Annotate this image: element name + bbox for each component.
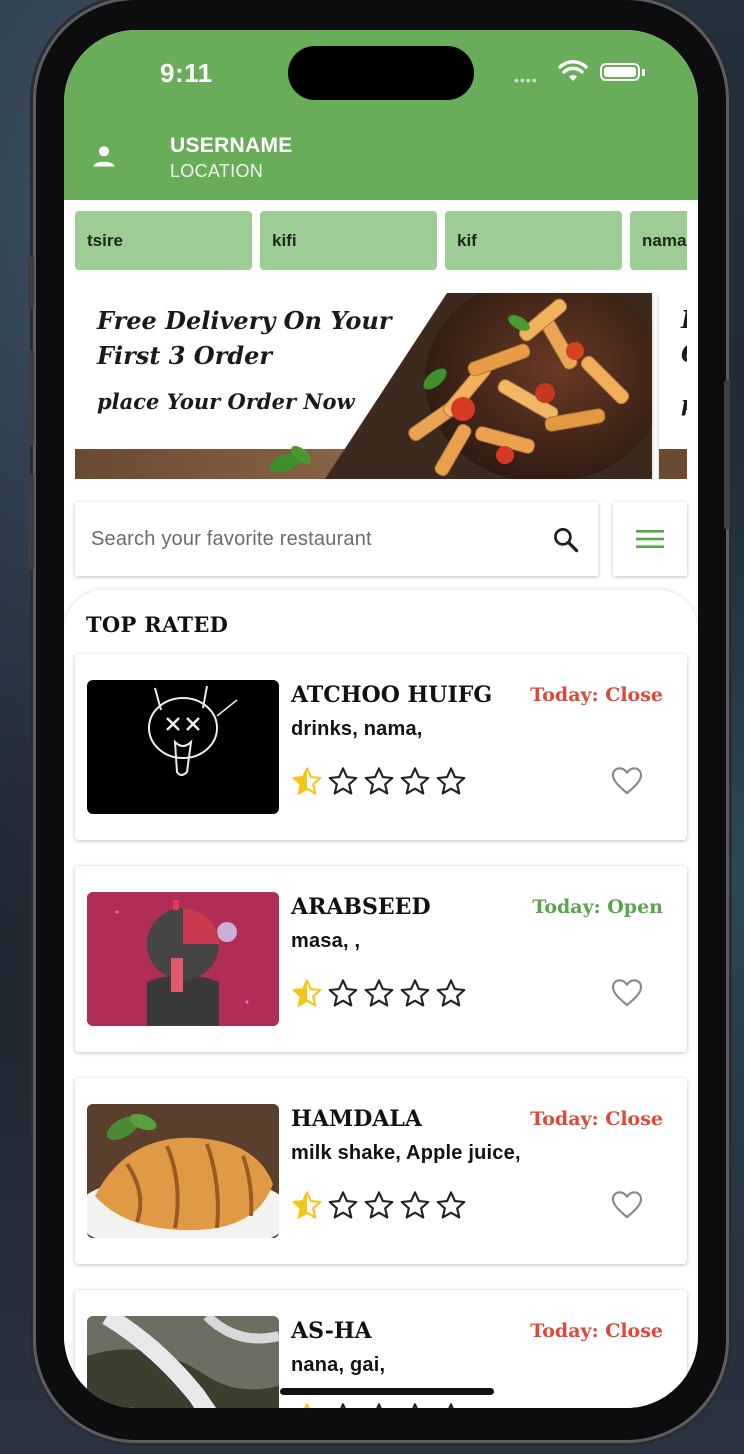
restaurant-card[interactable]: ARABSEED Today: Open masa, , <box>75 866 687 1052</box>
star-empty-icon[interactable] <box>363 978 395 1010</box>
restaurant-name: ATCHOO HUIFG <box>291 682 493 708</box>
battery-tip <box>642 69 645 76</box>
app-bar: 9:11 •••• USERNAME LOCATION <box>64 30 698 200</box>
restaurant-categories: drinks, nama, <box>291 718 423 740</box>
restaurant-list-panel: TOP RATED ATCHOO HUIFG Today: Close drin… <box>64 590 698 1408</box>
restaurant-name: ARABSEED <box>291 894 431 920</box>
star-filled-icon[interactable] <box>291 1190 323 1222</box>
home-indicator[interactable] <box>280 1388 494 1395</box>
robot-illustration-image <box>87 892 279 1026</box>
promo-title: Free Delivery On Your First 3 Order <box>97 306 392 370</box>
star-empty-icon[interactable] <box>363 1190 395 1222</box>
star-filled-icon[interactable] <box>291 766 323 798</box>
star-empty-icon[interactable] <box>327 1190 359 1222</box>
cat-sketch-image <box>148 685 238 776</box>
restaurant-status: Today: Close <box>530 684 663 706</box>
restaurant-status: Today: Close <box>530 1108 663 1130</box>
user-icon[interactable] <box>90 142 118 170</box>
promo-next-peek: F <box>681 305 687 334</box>
menu-icon <box>636 530 664 548</box>
silent-switch <box>28 256 34 308</box>
search-input[interactable]: Search your favorite restaurant <box>75 502 598 576</box>
category-chips: tsire kifi kif nama <box>75 211 687 271</box>
location-label: LOCATION <box>170 161 264 181</box>
star-empty-icon[interactable] <box>435 1190 467 1222</box>
star-filled-icon[interactable] <box>291 978 323 1010</box>
promo-carousel[interactable]: Free Delivery On Your First 3 Order plac… <box>75 293 687 479</box>
category-chip[interactable]: nama <box>630 211 687 270</box>
app-screen: 9:11 •••• USERNAME LOCATION tsire kifi k… <box>64 30 698 1408</box>
status-time: 9:11 <box>160 58 213 88</box>
star-empty-icon[interactable] <box>363 1402 395 1408</box>
restaurant-card[interactable]: ATCHOO HUIFG Today: Close drinks, nama, <box>75 654 687 840</box>
star-filled-icon[interactable] <box>291 1402 323 1408</box>
waterfall-image <box>87 1316 279 1408</box>
restaurant-status: Today: Open <box>532 896 663 918</box>
promo-banner[interactable]: Free Delivery On Your First 3 Order plac… <box>75 293 652 479</box>
username-label: USERNAME <box>170 134 293 157</box>
volume-down-button <box>28 474 34 570</box>
star-empty-icon[interactable] <box>327 978 359 1010</box>
promo-next-peek: p <box>681 391 687 416</box>
heart-icon[interactable] <box>611 978 643 1008</box>
restaurant-categories: milk shake, Apple juice, <box>291 1142 521 1164</box>
star-empty-icon[interactable] <box>399 766 431 798</box>
category-chip[interactable]: tsire <box>75 211 252 270</box>
star-empty-icon[interactable] <box>435 978 467 1010</box>
category-chip[interactable]: kifi <box>260 211 437 270</box>
volume-up-button <box>28 350 34 446</box>
restaurant-categories: nana, gai, <box>291 1354 386 1376</box>
star-empty-icon[interactable] <box>399 1402 431 1408</box>
restaurant-thumbnail <box>87 1104 279 1238</box>
signal-dots-icon: •••• <box>514 72 538 88</box>
promo-next-image <box>659 449 687 479</box>
heart-icon[interactable] <box>611 1190 643 1220</box>
promo-subtitle: place Your Order Now <box>97 389 355 414</box>
category-chip[interactable]: kif <box>445 211 622 270</box>
star-empty-icon[interactable] <box>327 766 359 798</box>
star-empty-icon[interactable] <box>327 1402 359 1408</box>
star-empty-icon[interactable] <box>435 766 467 798</box>
restaurant-thumbnail <box>87 1316 279 1408</box>
restaurant-thumbnail <box>87 892 279 1026</box>
croissant-image <box>87 1104 279 1238</box>
restaurant-name: AS-HA <box>291 1318 372 1344</box>
filter-menu-button[interactable] <box>613 502 687 576</box>
promo-next-peek: O <box>681 339 687 368</box>
star-empty-icon[interactable] <box>399 1190 431 1222</box>
restaurant-categories: masa, , <box>291 930 361 952</box>
star-empty-icon[interactable] <box>363 766 395 798</box>
battery-icon <box>600 63 640 81</box>
search-icon[interactable] <box>551 525 581 555</box>
wifi-icon <box>558 60 588 81</box>
restaurant-thumbnail <box>87 680 279 814</box>
power-button <box>724 380 730 530</box>
section-title: TOP RATED <box>86 612 229 637</box>
star-empty-icon[interactable] <box>399 978 431 1010</box>
restaurant-name: HAMDALA <box>291 1106 422 1132</box>
search-placeholder: Search your favorite restaurant <box>91 528 372 550</box>
star-empty-icon[interactable] <box>435 1402 467 1408</box>
heart-icon[interactable] <box>611 766 643 796</box>
restaurant-card[interactable]: HAMDALA Today: Close milk shake, Apple j… <box>75 1078 687 1264</box>
promo-banner-next[interactable]: F O p <box>659 293 687 479</box>
dynamic-island <box>288 46 474 100</box>
restaurant-status: Today: Close <box>530 1320 663 1342</box>
